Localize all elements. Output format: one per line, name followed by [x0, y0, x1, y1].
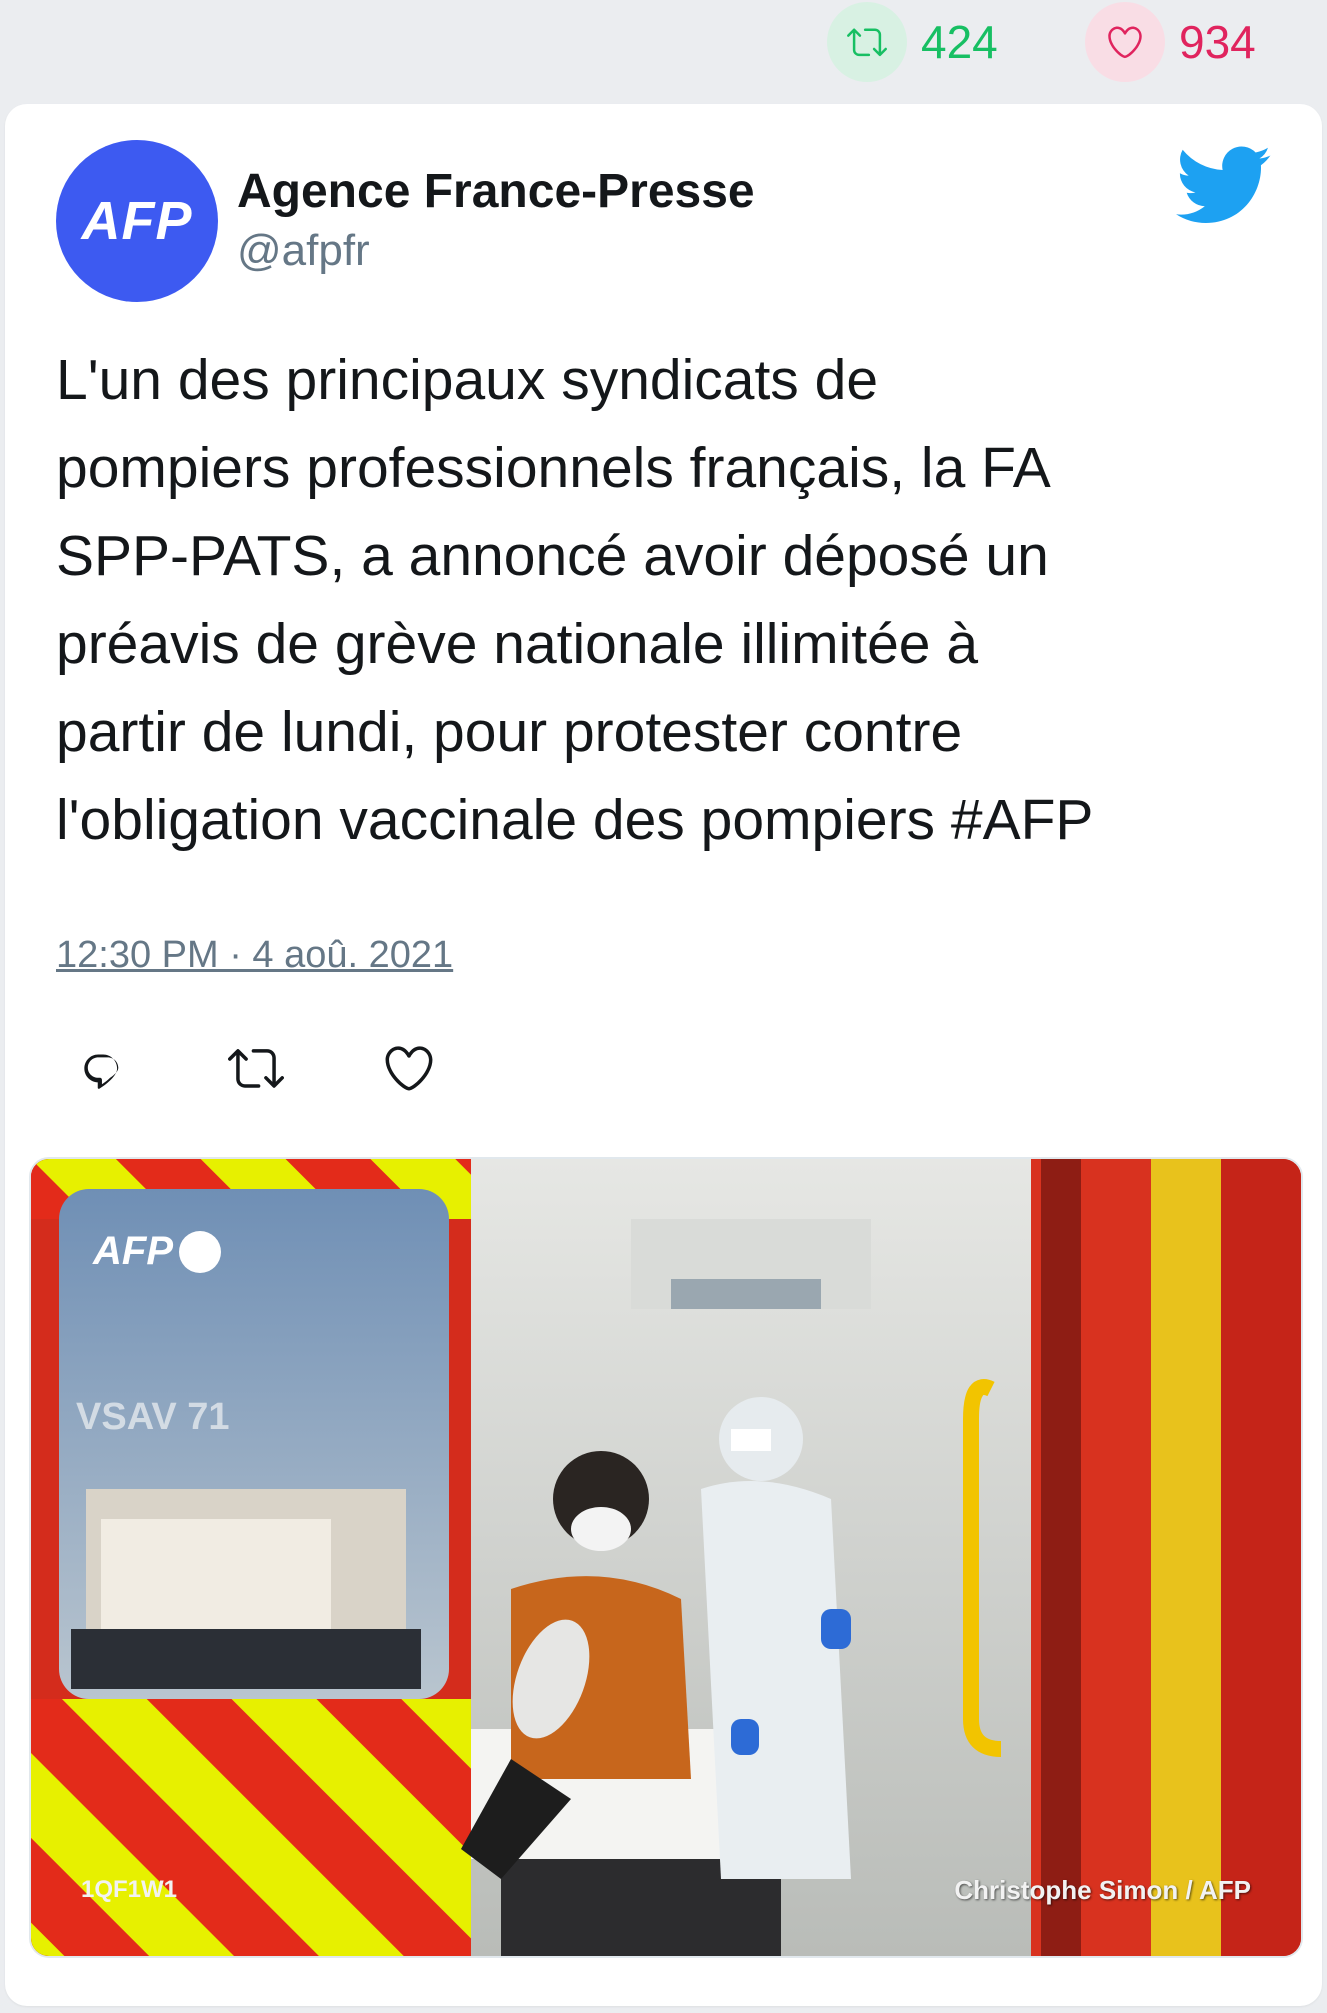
ambulance-photo-image: VSAV 71: [31, 1159, 1301, 1956]
like-count: 934: [1179, 16, 1256, 68]
vehicle-plate-text: 1QF1W1: [81, 1876, 178, 1903]
afp-watermark: AFP: [93, 1229, 221, 1274]
retweet-count-stat[interactable]: 424: [827, 2, 998, 82]
photo-credit: Christophe Simon / AFP: [954, 1875, 1251, 1905]
like-count-stat[interactable]: 934: [1085, 2, 1256, 82]
tweet-photo[interactable]: VSAV 71 AFP 1QF1W1 Christophe Simon / AF…: [29, 1157, 1303, 1958]
watermark-dot: [179, 1230, 221, 1273]
tweet-text: L'un des principaux syndicats de pompier…: [56, 348, 1094, 852]
svg-text:VSAV 71: VSAV 71: [76, 1396, 229, 1438]
reply-button[interactable]: [75, 1040, 131, 1096]
retweet-count: 424: [921, 16, 998, 68]
twitter-bird-icon[interactable]: [1176, 146, 1272, 226]
retweet-icon: [228, 1049, 284, 1088]
watermark-text: AFP: [93, 1229, 173, 1273]
avatar-text: AFP: [81, 191, 193, 251]
retweet-icon: [827, 2, 907, 82]
retweet-button[interactable]: [228, 1040, 284, 1096]
heart-icon: [1085, 2, 1165, 82]
author-name[interactable]: Agence France-Presse: [237, 164, 755, 219]
tweet-card[interactable]: AFP Agence France-Presse @afpfr L'un des…: [5, 104, 1322, 2006]
avatar[interactable]: AFP: [56, 140, 218, 302]
tweet-stats-bar: 424 934: [0, 0, 1327, 95]
tweet-timestamp[interactable]: 12:30 PM · 4 aoû. 2021: [56, 934, 453, 977]
reply-icon: [84, 1054, 119, 1089]
author-handle[interactable]: @afpfr: [237, 226, 370, 276]
like-icon: [385, 1046, 433, 1091]
like-button[interactable]: [381, 1040, 437, 1096]
